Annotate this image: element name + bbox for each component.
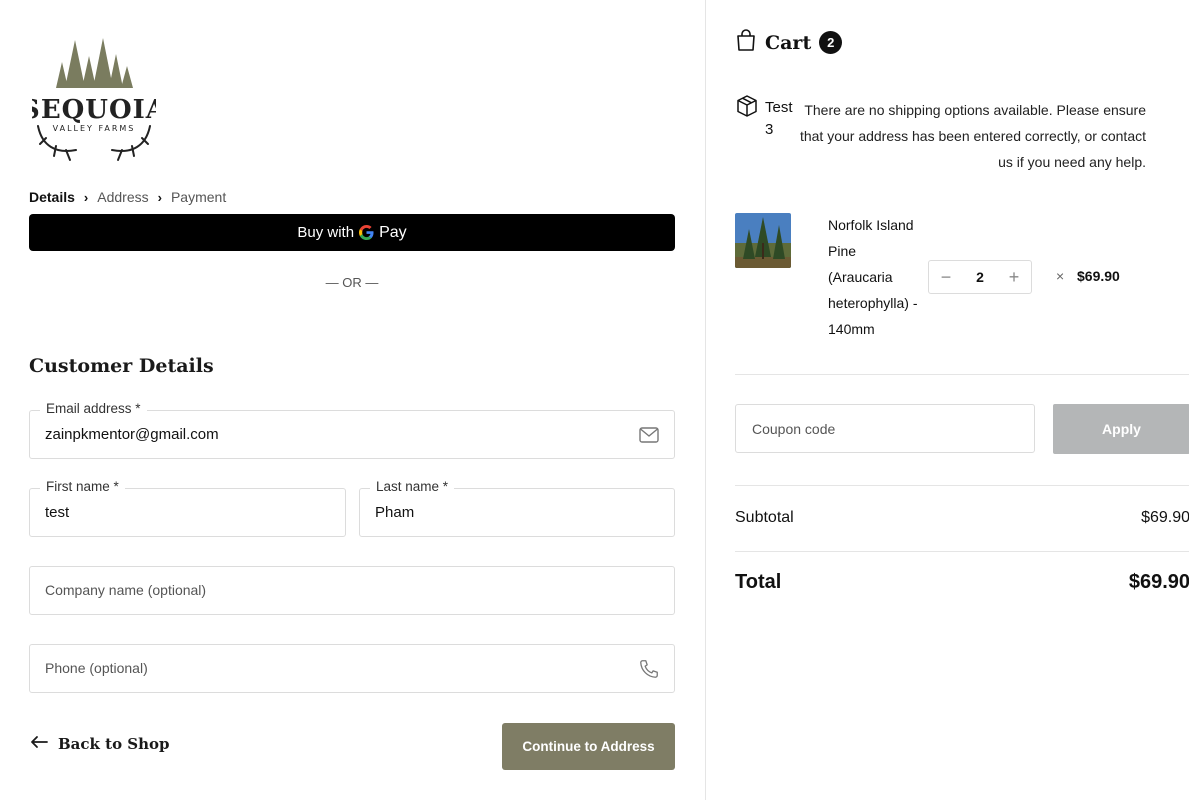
- item-price: $69.90: [1077, 268, 1120, 284]
- continue-to-address-button[interactable]: Continue to Address: [502, 723, 675, 770]
- first-name-input[interactable]: [45, 489, 300, 536]
- last-name-input[interactable]: [375, 489, 629, 536]
- package-icon: [735, 94, 759, 118]
- subtotal-row: Subtotal $69.90: [735, 509, 1189, 527]
- cart-title: Cart: [765, 31, 812, 54]
- coupon-input[interactable]: [736, 405, 1034, 452]
- arrow-left-icon: [29, 735, 49, 753]
- coupon-field[interactable]: [735, 404, 1035, 453]
- last-name-field[interactable]: Last name *: [359, 479, 675, 537]
- company-name-input[interactable]: [45, 567, 629, 614]
- divider: [735, 485, 1189, 486]
- product-name[interactable]: Norfolk Island Pine (Araucaria heterophy…: [828, 212, 918, 342]
- increase-quantity-button[interactable]: +: [1007, 267, 1021, 288]
- shopping-bag-icon: [735, 28, 757, 57]
- email-input[interactable]: [45, 411, 629, 458]
- logo-tagline: VALLEY FARMS: [53, 124, 136, 133]
- google-pay-pay: Pay: [379, 223, 407, 241]
- quantity-stepper: − 2 +: [928, 260, 1032, 294]
- chevron-right-icon: ›: [83, 189, 89, 205]
- google-pay-prefix: Buy with: [297, 224, 355, 241]
- phone-input[interactable]: [45, 645, 629, 692]
- apply-coupon-button[interactable]: Apply: [1053, 404, 1189, 454]
- breadcrumb-address[interactable]: Address: [97, 189, 148, 205]
- cart-panel: Cart 2 Test 3 There are no shipping opti…: [705, 0, 1189, 800]
- subtotal-label: Subtotal: [735, 509, 794, 526]
- back-to-shop-label: Back to Shop: [58, 735, 170, 753]
- quantity-value[interactable]: 2: [976, 269, 984, 285]
- total-label: Total: [735, 571, 782, 593]
- product-thumbnail[interactable]: [735, 213, 791, 268]
- company-name-field[interactable]: [29, 566, 675, 615]
- sequoia-logo[interactable]: SEQUOIA VALLEY FARMS: [32, 34, 156, 164]
- google-g-icon: [359, 225, 374, 240]
- decrease-quantity-button[interactable]: −: [939, 267, 953, 288]
- total-value: $69.90: [1128, 571, 1189, 593]
- cart-header: Cart 2: [735, 28, 843, 57]
- subtotal-value: $69.90: [1141, 509, 1189, 526]
- logo-wordmark: SEQUOIA: [32, 95, 156, 125]
- shipping-message: There are no shipping options available.…: [799, 102, 1146, 170]
- total-row: Total $69.90: [735, 571, 1189, 594]
- or-divider: — OR —: [325, 275, 379, 290]
- breadcrumb-details: Details: [29, 189, 75, 205]
- mail-icon: [638, 424, 660, 446]
- checkout-form-panel: SEQUOIA VALLEY FARMS Details › Address ›…: [0, 0, 705, 800]
- first-name-field[interactable]: First name *: [29, 479, 346, 537]
- breadcrumb-payment[interactable]: Payment: [171, 189, 226, 205]
- back-to-shop-link[interactable]: Back to Shop: [29, 735, 170, 753]
- logo-graphic: SEQUOIA VALLEY FARMS: [32, 38, 156, 161]
- google-pay-button[interactable]: Buy with Pay: [29, 214, 675, 251]
- chevron-right-icon: ›: [157, 189, 162, 205]
- shipping-package-label: Test 3: [765, 99, 793, 138]
- email-field[interactable]: Email address *: [29, 401, 675, 459]
- remove-item-icon[interactable]: ×: [1056, 268, 1064, 284]
- customer-details-title: Customer Details: [29, 355, 214, 377]
- breadcrumb: Details › Address › Payment: [29, 189, 226, 205]
- phone-icon: [638, 658, 660, 680]
- divider: [735, 374, 1189, 375]
- divider: [735, 551, 1189, 552]
- phone-field[interactable]: [29, 644, 675, 693]
- cart-count-badge: 2: [819, 31, 843, 54]
